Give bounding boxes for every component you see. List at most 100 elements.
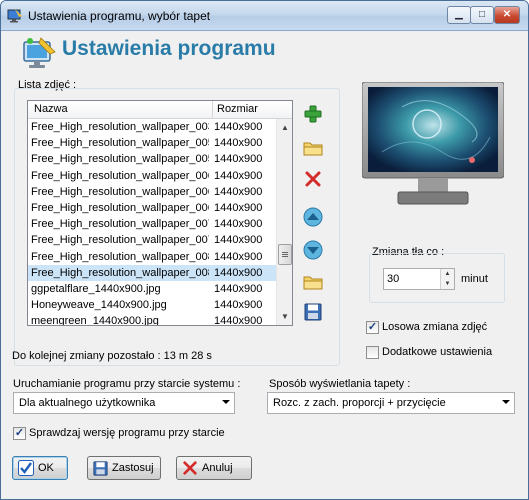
main-panel: Ustawienia programu Lista zdjęć : Nazwa … [1, 32, 528, 499]
list-item-size: 1440x900 [214, 250, 263, 263]
folder-icon [303, 142, 323, 156]
check-icon [18, 460, 34, 476]
floppy-disk-icon [304, 303, 322, 321]
column-header-name[interactable]: Nazwa [34, 103, 68, 115]
move-up-button[interactable] [301, 205, 325, 229]
list-item[interactable]: Free_High_resolution_wallpaper_006 1440x9… [28, 200, 276, 216]
list-item-name: Free_High_resolution_wallpaper_006 [31, 201, 209, 214]
list-item[interactable]: Free_High_resolution_wallpaper_007 1440x9… [28, 216, 276, 232]
floppy-disk-icon [93, 460, 108, 476]
open-folder-button[interactable] [301, 136, 325, 160]
extra-settings-checkbox[interactable] [366, 346, 379, 359]
page-title: Ustawienia programu [62, 37, 276, 60]
title-bar[interactable]: Ustawienia programu, wybór tapet ▁ □ ✕ [1, 1, 528, 31]
list-header: Nazwa Rozmiar [28, 101, 292, 119]
interval-spinbox[interactable]: 30 ▲ ▼ [383, 268, 455, 290]
chevron-down-icon [222, 400, 230, 404]
list-item-name: Free_High_resolution_wallpaper_005 [31, 137, 209, 150]
list-item-size: 1440x900 [214, 266, 263, 279]
list-rows: Free_High_resolution_wallpaper_003 1440x9… [28, 119, 276, 326]
list-item-size: 1440x900 [214, 315, 263, 326]
settings-window: Ustawienia programu, wybór tapet ▁ □ ✕ U… [0, 0, 529, 500]
list-item-name: meengreen_1440x900.jpg [31, 315, 159, 326]
app-icon [7, 9, 22, 23]
list-item-name: Free_High_resolution_wallpaper_008 [31, 266, 209, 279]
list-item-name: Free_High_resolution_wallpaper_006 [31, 169, 209, 182]
list-item-size: 1440x900 [214, 169, 263, 182]
display-mode-dropdown[interactable]: Rozc. z zach. proporcji + przycięcie [267, 392, 515, 414]
ok-label: OK [38, 462, 54, 474]
remove-image-button[interactable] [301, 167, 325, 191]
arrow-up-icon [303, 207, 323, 227]
list-item[interactable]: Free_High_resolution_wallpaper_005 1440x9… [28, 135, 276, 151]
interval-value[interactable]: 30 [387, 273, 399, 285]
list-item-size: 1440x900 [214, 201, 263, 214]
list-item-name: Free_High_resolution_wallpaper_005 [31, 153, 209, 166]
folder-icon [303, 276, 323, 290]
list-item[interactable]: Free_High_resolution_wallpaper_008 1440x9… [28, 249, 276, 265]
list-item[interactable]: Free_High_resolution_wallpaper_005 1440x9… [28, 151, 276, 167]
column-divider[interactable] [212, 101, 213, 118]
interval-unit: minut [461, 273, 488, 285]
list-item[interactable]: Free_High_resolution_wallpaper_006 1440x9… [28, 168, 276, 184]
image-list[interactable]: Nazwa Rozmiar Free_High_resolution_wallp… [27, 100, 293, 326]
chevron-down-icon [502, 400, 510, 404]
cancel-x-icon [183, 461, 197, 475]
minimize-button[interactable]: ▁ [447, 6, 471, 24]
close-button[interactable]: ✕ [494, 6, 520, 24]
spin-up-icon[interactable]: ▲ [441, 269, 454, 279]
apply-label: Zastosuj [112, 462, 154, 474]
settings-monitor-icon [23, 37, 56, 68]
list-item-name: Free_High_resolution_wallpaper_007 [31, 234, 209, 247]
scroll-down-arrow-icon[interactable]: ▼ [277, 309, 292, 325]
list-item[interactable]: Free_High_resolution_wallpaper_007 1440x9… [28, 232, 276, 248]
scroll-up-arrow-icon[interactable]: ▲ [277, 120, 292, 136]
random-change-label[interactable]: Losowa zmiana zdjęć [382, 321, 487, 333]
list-item[interactable]: Honeyweave_1440x900.jpg 1440x900 [28, 297, 276, 313]
list-scrollbar[interactable]: ▲ ▼ [276, 119, 292, 325]
arrow-down-icon [303, 240, 323, 260]
list-item-size: 1440x900 [214, 234, 263, 247]
list-item[interactable]: Free_High_resolution_wallpaper_008 1440x9… [28, 264, 276, 281]
add-image-button[interactable] [301, 102, 325, 126]
spin-down-icon[interactable]: ▼ [441, 279, 454, 289]
list-item-size: 1440x900 [214, 153, 263, 166]
list-item[interactable]: ggpetalflare_1440x900.jpg 1440x900 [28, 281, 276, 297]
list-item-name: Free_High_resolution_wallpaper_006 [31, 185, 209, 198]
save-list-button[interactable] [301, 300, 325, 324]
plus-icon [304, 105, 322, 123]
startup-dropdown[interactable]: Dla aktualnego użytkownika [13, 392, 235, 414]
maximize-button[interactable]: □ [470, 6, 494, 24]
apply-button[interactable]: Zastosuj [87, 456, 161, 480]
window-title: Ustawienia programu, wybór tapet [28, 9, 211, 23]
delete-x-icon [305, 171, 321, 187]
countdown-text: Do kolejnej zmiany pozostało : 13 m 28 s [12, 350, 212, 362]
list-item-size: 1440x900 [214, 121, 263, 133]
list-item-size: 1440x900 [214, 218, 263, 231]
display-mode-label: Sposób wyświetlania tapety : [269, 378, 411, 390]
startup-label: Uruchamianie programu przy starcie syste… [13, 378, 241, 390]
ok-button[interactable]: OK [12, 456, 68, 480]
list-item-size: 1440x900 [214, 282, 263, 295]
list-item[interactable]: Free_High_resolution_wallpaper_003 1440x9… [28, 119, 276, 135]
wallpaper-preview [362, 82, 504, 205]
list-item[interactable]: meengreen_1440x900.jpg 1440x900 [28, 313, 276, 326]
move-down-button[interactable] [301, 238, 325, 262]
check-version-checkbox[interactable]: ✓ [13, 427, 26, 440]
cancel-label: Anuluj [202, 462, 233, 474]
list-item-size: 1440x900 [214, 185, 263, 198]
scroll-thumb[interactable] [278, 244, 292, 265]
list-item-name: Free_High_resolution_wallpaper_007 [31, 218, 209, 231]
check-version-label[interactable]: Sprawdzaj wersję programu przy starcie [29, 427, 225, 439]
list-item-name: ggpetalflare_1440x900.jpg [31, 282, 161, 295]
extra-settings-label[interactable]: Dodatkowe ustawienia [382, 346, 492, 358]
load-list-button[interactable] [301, 270, 325, 294]
startup-selected: Dla aktualnego użytkownika [19, 397, 156, 409]
list-item-name: Honeyweave_1440x900.jpg [31, 299, 167, 312]
random-change-checkbox[interactable]: ✓ [366, 321, 379, 334]
list-item-name: Free_High_resolution_wallpaper_008 [31, 250, 209, 263]
list-item[interactable]: Free_High_resolution_wallpaper_006 1440x9… [28, 184, 276, 200]
display-mode-selected: Rozc. z zach. proporcji + przycięcie [273, 397, 446, 409]
cancel-button[interactable]: Anuluj [176, 456, 252, 480]
column-header-size[interactable]: Rozmiar [217, 103, 258, 115]
